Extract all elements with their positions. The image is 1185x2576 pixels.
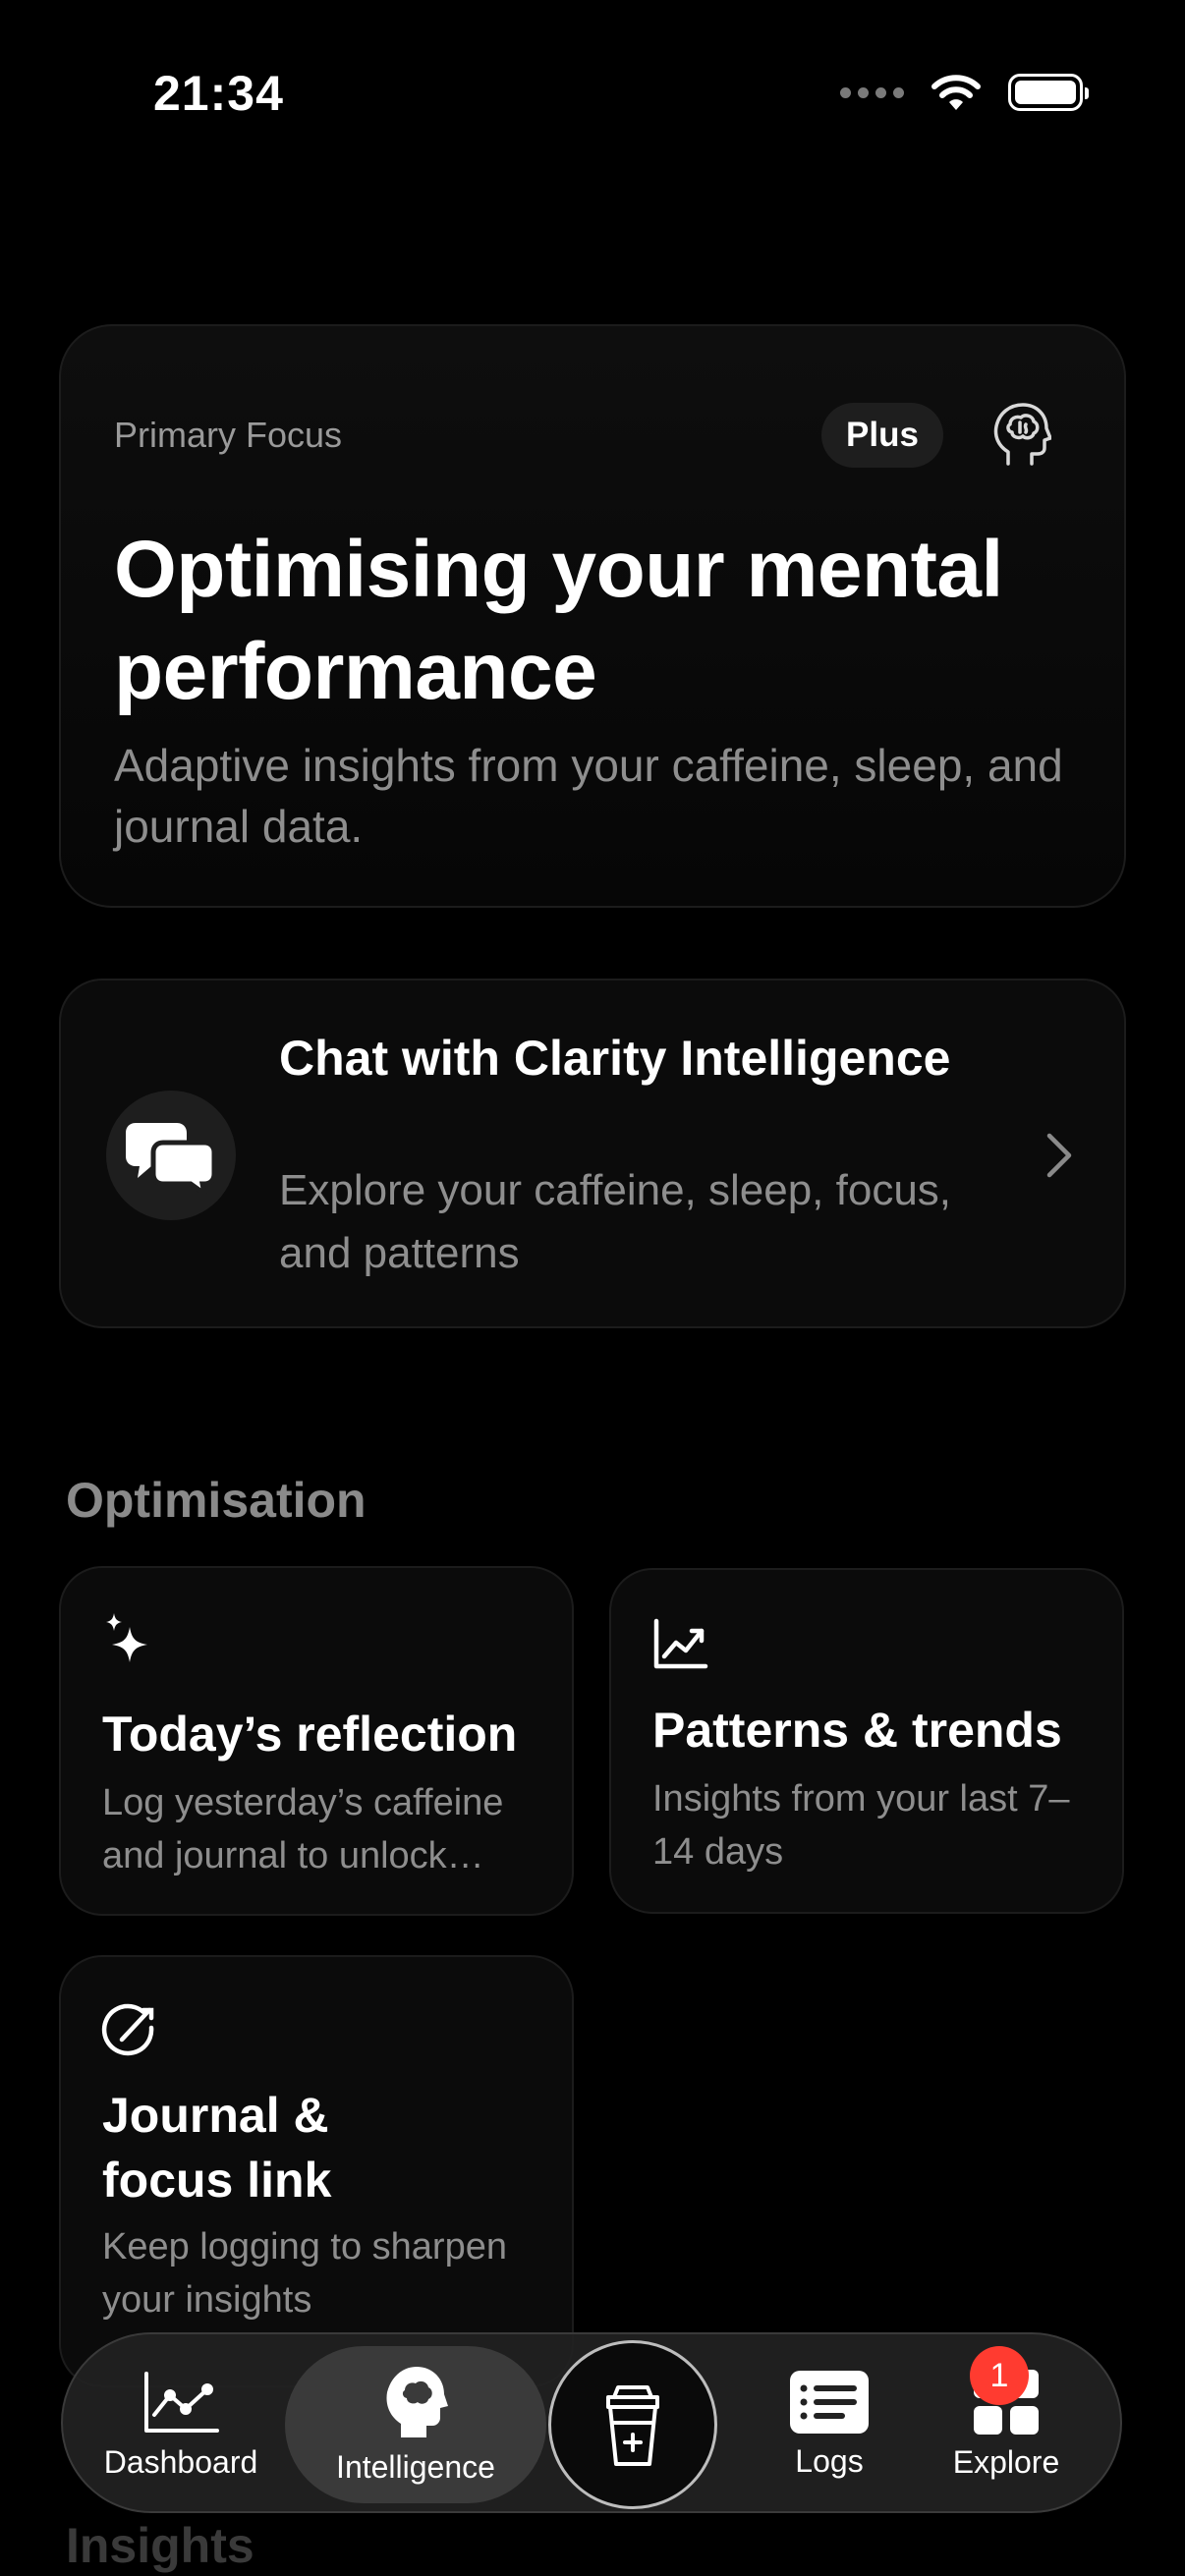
chat-title: Chat with Clarity Intelligence: [279, 1031, 951, 1086]
tab-label: Intelligence: [336, 2448, 495, 2485]
tile-subtitle: Insights from your last 7–14 days: [652, 1778, 1070, 1873]
section-heading-insights: Insights: [66, 2518, 254, 2573]
chat-icon-circle: [106, 1091, 236, 1220]
tile-title: Journal & focus link: [102, 2088, 332, 2208]
status-icons: [840, 73, 1089, 112]
wifi-icon: [931, 75, 981, 110]
tab-bar: Dashboard Intelligence Logs Explore: [61, 2332, 1122, 2513]
chat-subtitle: Explore your caffeine, sleep, focus, and…: [279, 1166, 952, 1277]
tab-label: Explore: [952, 2443, 1060, 2480]
coffee-cup-plus-icon: [606, 2385, 659, 2466]
tile-title: Patterns & trends: [652, 1703, 1062, 1758]
signal-dots-icon: [840, 86, 904, 98]
tile-todays-reflection[interactable]: Today’s reflection Log yesterday’s caffe…: [59, 1566, 574, 1916]
sparkles-icon: [106, 1613, 147, 1662]
focus-target-icon: [101, 2003, 154, 2056]
battery-icon: [1008, 74, 1089, 111]
brain-head-icon[interactable]: [990, 401, 1051, 468]
chevron-right-icon: [1046, 1133, 1072, 1178]
tab-label: Dashboard: [103, 2443, 258, 2480]
tab-label: Logs: [795, 2442, 864, 2479]
tab-logs[interactable]: Logs: [751, 2334, 908, 2515]
page-subtitle: Adaptive insights from your caffeine, sl…: [114, 740, 1063, 852]
tab-intelligence[interactable]: Intelligence: [285, 2346, 546, 2503]
list-icon: [790, 2370, 869, 2434]
notification-badge: 1: [970, 2346, 1029, 2405]
line-chart-icon: [144, 2371, 219, 2433]
tile-patterns-trends[interactable]: Patterns & trends Insights from your las…: [609, 1568, 1124, 1914]
tile-journal-focus-link[interactable]: Journal & focus link Keep logging to sha…: [59, 1955, 574, 2387]
plus-badge[interactable]: Plus: [821, 403, 943, 468]
trend-chart-icon: [653, 1618, 708, 1669]
tile-title: Today’s reflection: [102, 1707, 518, 1762]
tile-subtitle: Keep logging to sharpen your insights: [102, 2226, 507, 2321]
brain-head-icon: [386, 2366, 448, 2437]
page-title: Optimising your mental performance: [114, 525, 1003, 716]
primary-focus-card: Primary Focus Plus Optimising your menta…: [59, 324, 1126, 908]
tab-dashboard[interactable]: Dashboard: [102, 2334, 259, 2515]
primary-focus-label: Primary Focus: [114, 415, 343, 455]
section-heading-optimisation: Optimisation: [66, 1473, 367, 1528]
chat-with-intelligence-card[interactable]: Chat with Clarity Intelligence Explore y…: [59, 979, 1126, 1328]
tile-subtitle: Log yesterday’s caffeine and journal to …: [102, 1782, 504, 1876]
status-time: 21:34: [153, 66, 284, 121]
add-caffeine-button[interactable]: [548, 2340, 717, 2509]
chat-bubbles-icon: [126, 1123, 216, 1194]
